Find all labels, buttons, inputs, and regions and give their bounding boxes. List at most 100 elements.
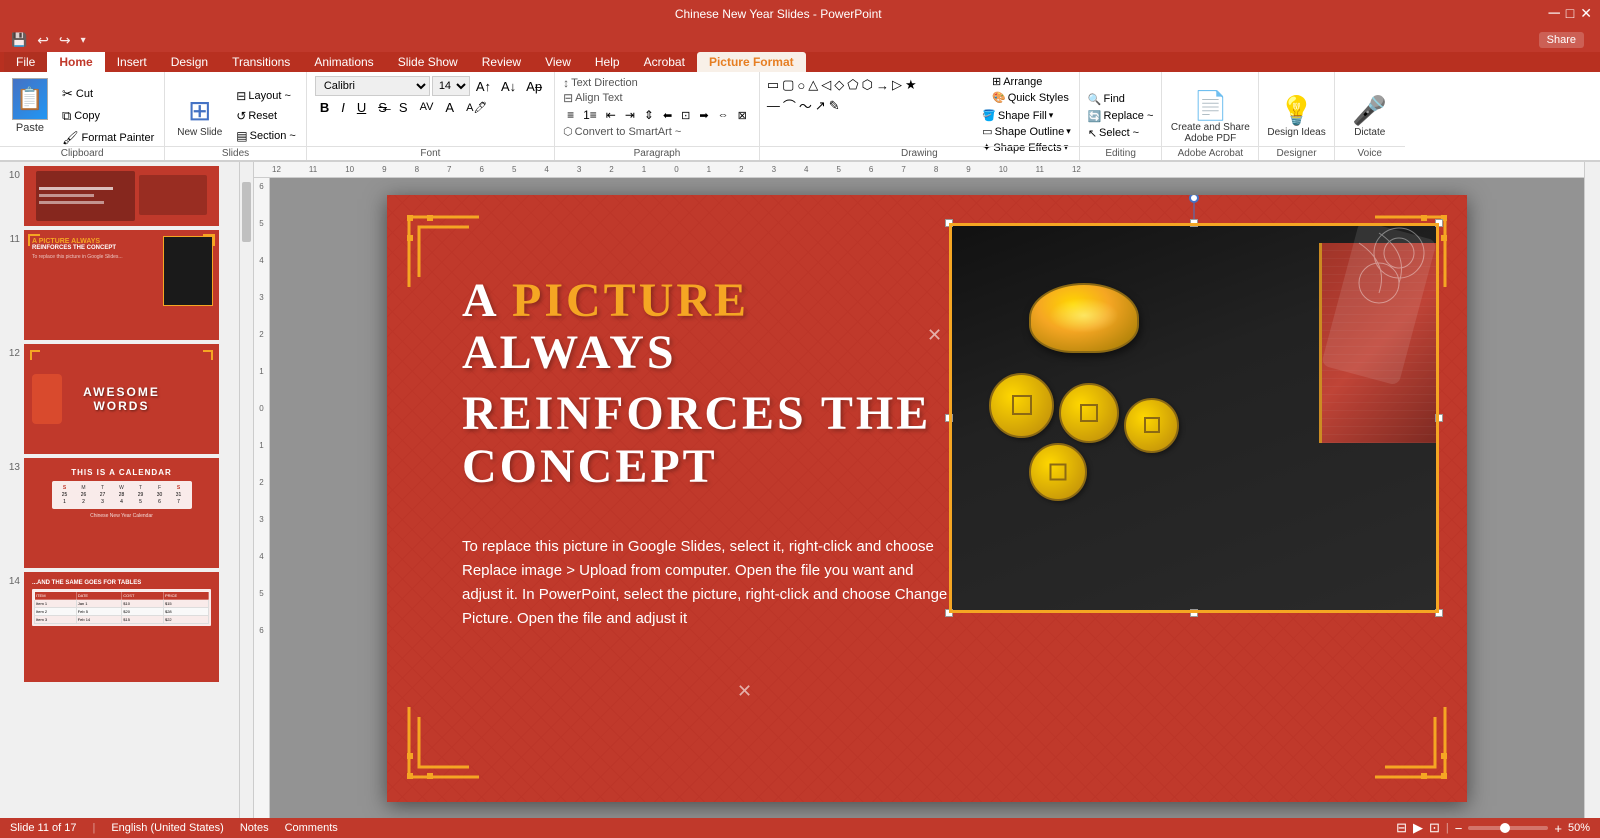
rect-shape[interactable]: ▭ [766, 76, 780, 94]
tab-slideshow[interactable]: Slide Show [386, 52, 470, 72]
copy-button[interactable]: ⧉ Copy [58, 106, 158, 126]
spacing-button[interactable]: AV [415, 97, 439, 117]
microphone-icon: 🎤 [1352, 94, 1387, 127]
slide-thumb-11[interactable]: 11 A PICTURE ALWAYS REINFORCES THE CONCE… [4, 230, 235, 340]
customize-qat-icon[interactable]: ▾ [78, 35, 89, 46]
tab-acrobat[interactable]: Acrobat [632, 52, 697, 72]
image-container[interactable] [949, 223, 1439, 613]
arc-shape[interactable]: ⌒ [782, 95, 797, 116]
design-ideas-label: Design Ideas [1267, 127, 1325, 138]
redo-icon[interactable]: ↪ [56, 32, 74, 49]
italic-button[interactable]: I [336, 97, 350, 117]
clear-format-button[interactable]: Aᵽ [522, 76, 546, 96]
tab-review[interactable]: Review [470, 52, 533, 72]
tab-picture-format[interactable]: Picture Format [697, 52, 806, 72]
zoom-slider[interactable] [1468, 826, 1548, 830]
slide-thumb-10[interactable]: 10 [4, 166, 235, 226]
triangle-shape[interactable]: △ [807, 76, 819, 94]
font-family-select[interactable]: Calibri [315, 76, 430, 96]
find-button[interactable]: 🔍 Find [1088, 93, 1154, 106]
select-button[interactable]: ↖ Select ~ [1088, 127, 1154, 140]
close-icon[interactable]: ✕ [1580, 6, 1592, 22]
undo-icon[interactable]: ↩ [34, 32, 52, 49]
font-size-select[interactable]: 14 [432, 76, 470, 96]
x-mark-2[interactable]: ✕ [737, 681, 752, 702]
shape-outline-button[interactable]: ▭ Shape Outline ▾ [980, 124, 1073, 139]
align-right-button[interactable]: ➡ [695, 106, 712, 124]
tab-view[interactable]: View [533, 52, 583, 72]
layout-button[interactable]: ⊟ Layout ~ [232, 87, 300, 105]
dictate-button[interactable]: 🎤 Dictate [1352, 94, 1387, 138]
zoom-out-button[interactable]: − [1455, 821, 1463, 836]
shape-fill-button[interactable]: 🪣 Shape Fill ▾ [980, 108, 1073, 123]
arrow-shape[interactable]: → [875, 77, 890, 94]
connector-shape[interactable]: ↗ [814, 97, 827, 115]
create-share-pdf-button[interactable]: 📄 Create and Share Adobe PDF [1170, 89, 1250, 144]
bullet-list-button[interactable]: ≡ [563, 106, 578, 124]
slide-canvas[interactable]: ✕ ✕ A Picture Always Reinforces The Conc… [387, 195, 1467, 802]
replace-button[interactable]: 🔄 Replace ~ [1088, 110, 1154, 123]
slide-thumb-13[interactable]: 13 THIS IS A CALENDAR S M T W T F S 25 [4, 458, 235, 568]
pentagon-shape[interactable]: ⬠ [846, 76, 859, 94]
share-button[interactable]: Share [1539, 32, 1584, 48]
format-painter-icon: 🖌 [62, 130, 79, 146]
increase-font-button[interactable]: A↑ [472, 76, 495, 96]
numbered-list-button[interactable]: 1≡ [579, 106, 601, 124]
view-reading-button[interactable]: ⊡ [1429, 820, 1440, 836]
font-color-button[interactable]: A [440, 97, 459, 117]
diamond-shape[interactable]: ◇ [833, 76, 845, 94]
freeform-shape[interactable]: ✎ [828, 97, 841, 115]
fill-icon: 🪣 [982, 109, 996, 122]
zoom-in-button[interactable]: + [1554, 821, 1562, 836]
line-shape[interactable]: — [766, 97, 781, 114]
star-shape[interactable]: ★ [904, 76, 918, 94]
hexagon-shape[interactable]: ⬡ [861, 76, 874, 94]
rounded-rect-shape[interactable]: ▢ [781, 76, 795, 94]
col-spacing-button[interactable]: ⇕ [640, 106, 658, 124]
scrollbar-thumb[interactable] [242, 182, 251, 242]
arrange-button[interactable]: ⊞ Arrange [988, 74, 1073, 89]
tab-help[interactable]: Help [583, 52, 632, 72]
save-icon[interactable]: 💾 [8, 32, 30, 48]
section-button[interactable]: ▤ Section ~ [232, 127, 300, 145]
bold-button[interactable]: B [315, 97, 334, 117]
tab-insert[interactable]: Insert [105, 52, 159, 72]
maximize-icon[interactable]: □ [1566, 6, 1574, 22]
col-button[interactable]: ⊠ [734, 106, 751, 124]
tab-home[interactable]: Home [47, 52, 104, 72]
view-slide-show-button[interactable]: ▶ [1413, 820, 1423, 836]
slide-thumb-14[interactable]: 14 ...AND THE SAME GOES FOR TABLES ITEM … [4, 572, 235, 682]
callout-shape[interactable]: ▷ [891, 76, 903, 94]
format-painter-button[interactable]: 🖌 Format Painter [58, 128, 158, 148]
tab-file[interactable]: File [4, 52, 47, 72]
right-triangle-shape[interactable]: ◁ [820, 76, 832, 94]
decrease-font-button[interactable]: A↓ [497, 76, 520, 96]
slide-panel-scrollbar[interactable] [240, 162, 254, 818]
highlight-button[interactable]: A🖊 [461, 97, 492, 117]
slide-title[interactable]: A Picture Always Reinforces The Concept [462, 275, 957, 494]
underline-button[interactable]: U [352, 97, 371, 117]
align-left-button[interactable]: ⬅ [659, 106, 676, 124]
slide-body-text[interactable]: To replace this picture in Google Slides… [462, 535, 957, 631]
paragraph-row-3: ≡ 1≡ ⇤ ⇥ ⇕ ⬅ ⊡ ➡ ⇔ ⊠ [563, 106, 751, 124]
curve-shape[interactable]: 〜 [798, 95, 813, 116]
align-center-button[interactable]: ⊡ [677, 106, 694, 124]
tab-transitions[interactable]: Transitions [220, 52, 302, 72]
reset-button[interactable]: ↺ Reset [232, 107, 300, 125]
slide-thumb-12[interactable]: 12 AWESOMEWORDS [4, 344, 235, 454]
tab-animations[interactable]: Animations [302, 52, 385, 72]
strikethrough-button[interactable]: S̶ [373, 97, 392, 117]
text-direction-icon: ↕ [563, 76, 569, 90]
quick-styles-button[interactable]: 🎨 Quick Styles [988, 90, 1073, 105]
minimize-icon[interactable]: ─ [1548, 6, 1559, 22]
tab-design[interactable]: Design [159, 52, 220, 72]
circle-shape[interactable]: ○ [796, 77, 806, 94]
design-ideas-button[interactable]: 💡 Design Ideas [1267, 94, 1325, 138]
shadow-button[interactable]: S [394, 97, 413, 117]
justify-button[interactable]: ⇔ [714, 106, 733, 124]
cut-button[interactable]: ✂ Cut [58, 84, 158, 104]
increase-indent-button[interactable]: ⇥ [621, 106, 639, 124]
slide-num-12: 12 [4, 344, 20, 359]
view-normal-button[interactable]: ⊟ [1396, 820, 1407, 836]
decrease-indent-button[interactable]: ⇤ [602, 106, 620, 124]
